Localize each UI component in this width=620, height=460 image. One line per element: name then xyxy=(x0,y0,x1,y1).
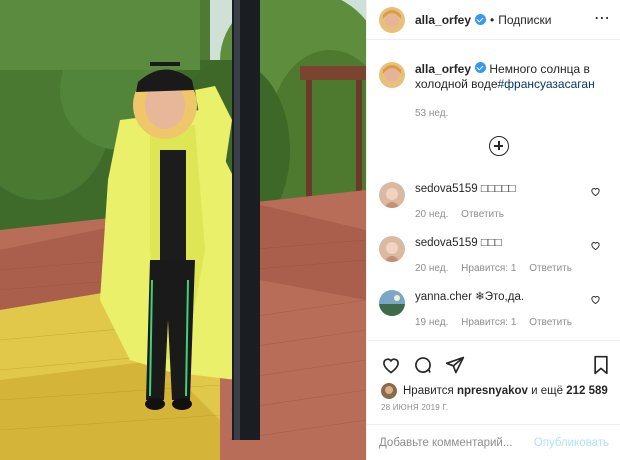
commenter-avatar[interactable] xyxy=(379,182,405,208)
verified-badge-icon xyxy=(475,14,487,25)
post-side-panel: alla_orfey • Подписки ⋯ alla_orfey Немно… xyxy=(366,0,620,460)
comment-time[interactable]: 20 нед. xyxy=(415,263,448,274)
comment-time[interactable]: 19 нед. xyxy=(415,317,448,328)
caption-avatar[interactable] xyxy=(379,62,405,88)
comment-icon[interactable] xyxy=(413,355,433,375)
comment-text: □□□ xyxy=(480,237,502,249)
more-horizontal-icon[interactable]: ⋯ xyxy=(594,11,611,27)
comment-username[interactable]: yanna.cher xyxy=(415,291,472,303)
likes-count[interactable]: 212 589 xyxy=(566,385,608,397)
caption-time[interactable]: 53 нед. xyxy=(415,106,615,121)
comment-reply-button[interactable]: Ответить xyxy=(461,209,504,220)
commenter-avatar[interactable] xyxy=(379,290,405,316)
comment-item: sedova5159 □□□□□ 20 нед. Ответить xyxy=(379,182,615,222)
comment-username[interactable]: sedova5159 xyxy=(415,237,478,249)
publish-button[interactable]: Опубликовать xyxy=(534,437,609,449)
author-username[interactable]: alla_orfey xyxy=(415,13,471,27)
liker-username[interactable]: npresnyakov xyxy=(457,385,528,397)
comment-item: yanna.cher ❄Это,да. 19 нед. Нравится: 1 … xyxy=(379,290,615,330)
add-comment-bar: Опубликовать xyxy=(367,424,620,460)
caption-username[interactable]: alla_orfey xyxy=(415,62,471,76)
load-more-comments-icon[interactable] xyxy=(489,136,509,156)
post-header: alla_orfey • Подписки ⋯ xyxy=(367,0,620,40)
verified-badge-icon xyxy=(475,62,487,73)
comment-reply-button[interactable]: Ответить xyxy=(529,263,572,274)
post-date[interactable]: 28 ИЮНЯ 2019 Г. xyxy=(381,403,448,412)
heart-icon[interactable] xyxy=(381,355,401,375)
comment-username[interactable]: sedova5159 xyxy=(415,183,478,195)
comment-likes-count[interactable]: Нравится: 1 xyxy=(461,317,516,328)
bookmark-icon[interactable] xyxy=(591,355,611,375)
comment-text: □□□□□ xyxy=(480,183,516,195)
post-photo-image xyxy=(0,0,366,460)
author-avatar[interactable] xyxy=(379,6,405,33)
post-caption: alla_orfey Немного солнца в холодной вод… xyxy=(379,62,615,121)
comment-like-heart-icon[interactable] xyxy=(590,186,601,197)
caption-hashtag[interactable]: #франсуазасаган xyxy=(498,77,595,91)
post-photo[interactable] xyxy=(0,0,366,460)
post-actions: Нравится npresnyakov и ещё 212 589 28 ИЮ… xyxy=(367,340,620,412)
header-separator: • xyxy=(490,12,495,27)
following-button[interactable]: Подписки xyxy=(498,13,551,27)
comment-reply-button[interactable]: Ответить xyxy=(529,317,572,328)
comment-likes-count[interactable]: Нравится: 1 xyxy=(461,263,516,274)
comment-like-heart-icon[interactable] xyxy=(590,240,601,251)
likes-summary: Нравится npresnyakov и ещё 212 589 xyxy=(381,383,608,399)
share-icon[interactable] xyxy=(445,355,465,375)
add-comment-input[interactable] xyxy=(379,436,534,449)
comment-time[interactable]: 20 нед. xyxy=(415,209,448,220)
liker-avatar[interactable] xyxy=(381,383,397,399)
likes-middle: и ещё xyxy=(531,385,563,397)
likes-prefix: Нравится xyxy=(403,385,454,397)
comment-like-heart-icon[interactable] xyxy=(590,294,601,305)
commenter-avatar[interactable] xyxy=(379,236,405,262)
comment-text: ❄Это,да. xyxy=(475,291,525,303)
comment-item: sedova5159 □□□ 20 нед. Нравится: 1 Ответ… xyxy=(379,236,615,276)
